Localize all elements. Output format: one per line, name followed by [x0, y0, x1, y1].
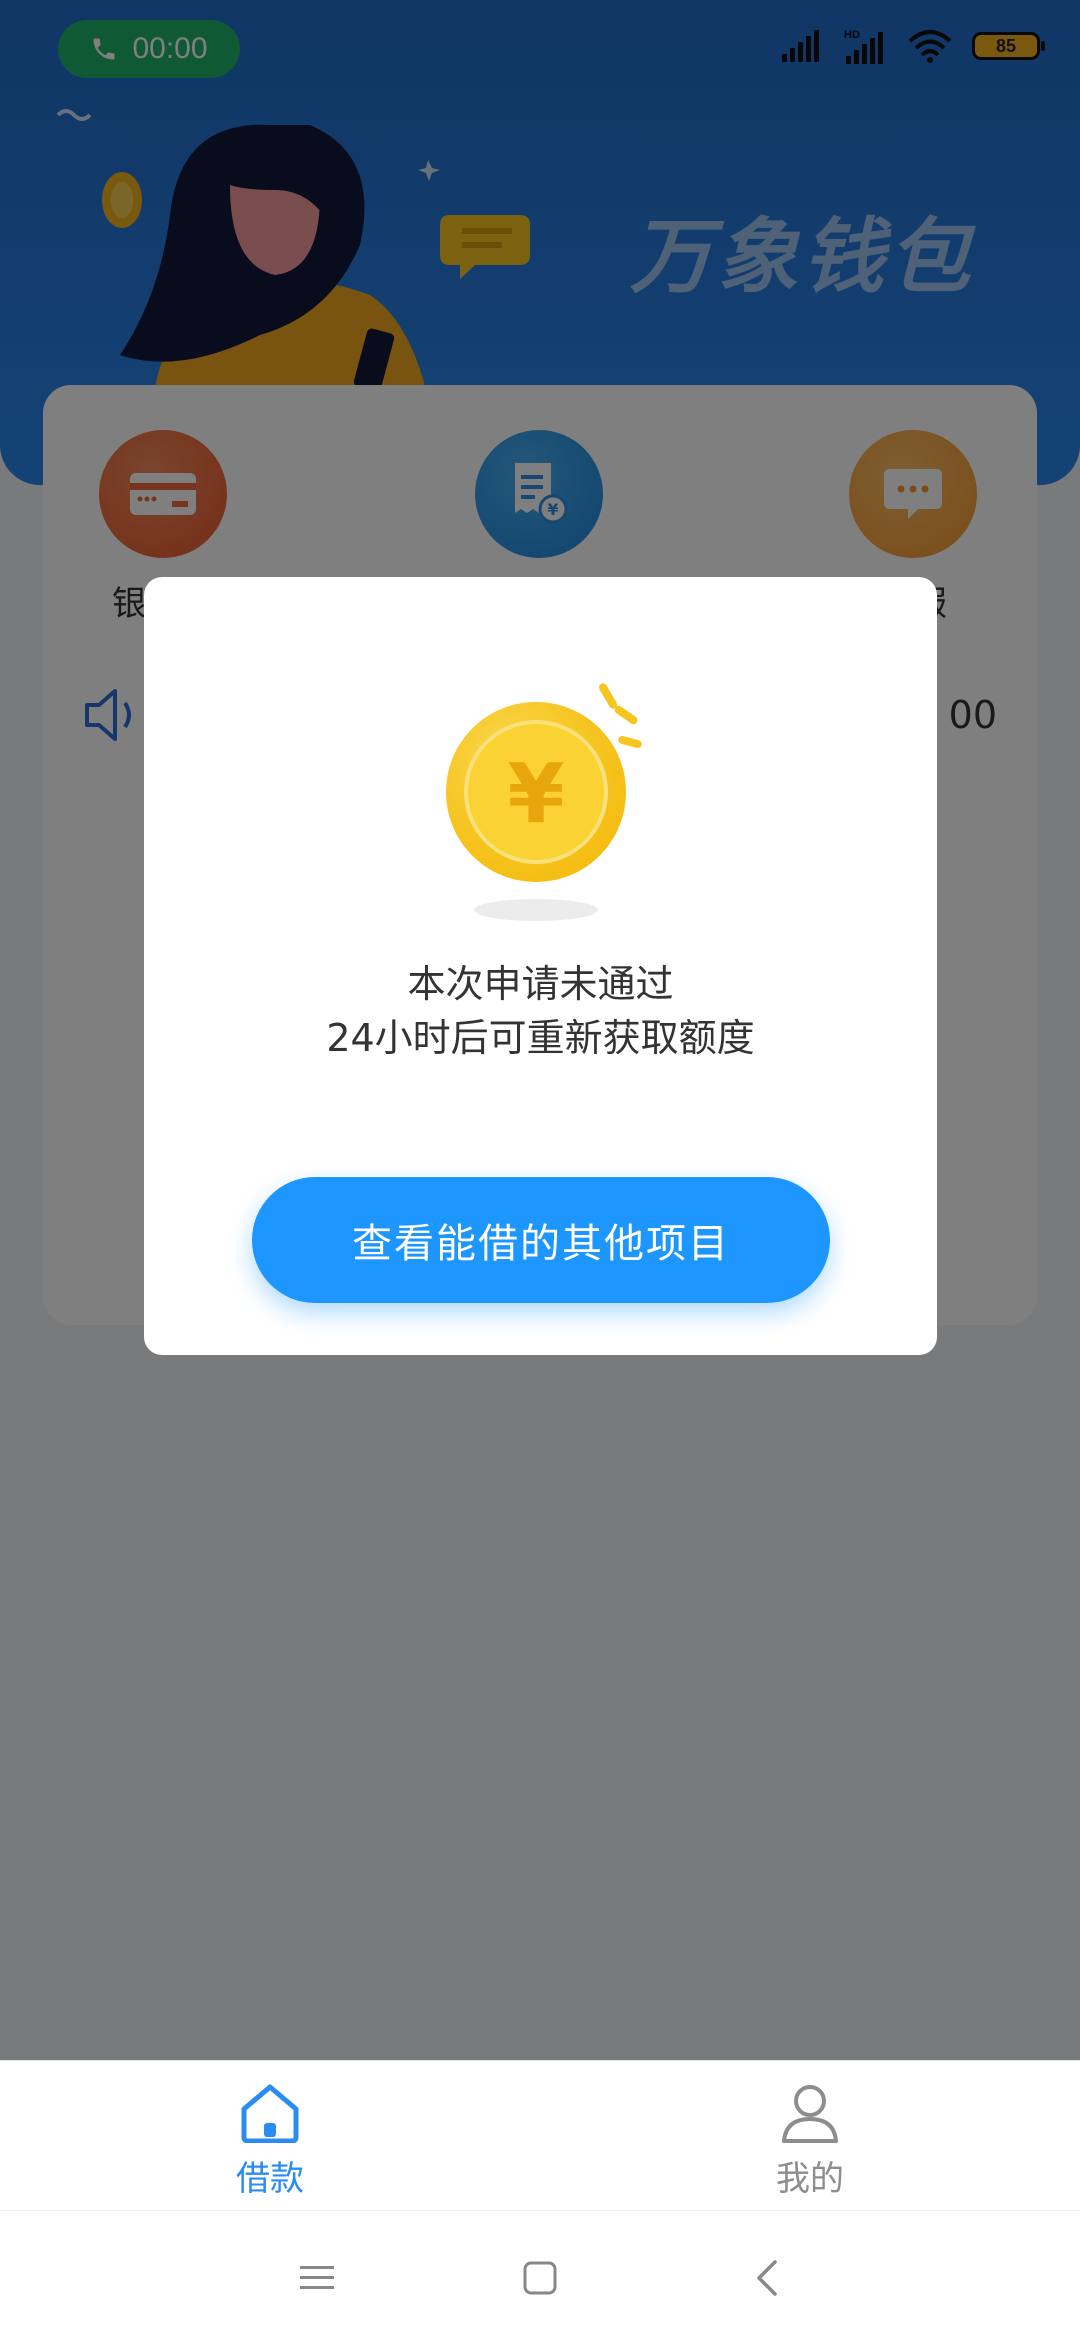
tab-label: 借款 — [236, 2159, 304, 2199]
svg-text:¥: ¥ — [507, 747, 564, 842]
home-icon — [241, 2084, 299, 2144]
yuan-coin-icon: ¥ — [446, 683, 642, 921]
square-icon — [523, 2261, 557, 2295]
system-navigation-bar — [0, 2210, 1080, 2340]
tab-label: 我的 — [776, 2159, 844, 2199]
dialog-message-line1: 本次申请未通过 — [407, 962, 674, 1006]
view-other-loans-button[interactable]: 查看能借的其他项目 — [252, 1177, 830, 1303]
rejection-dialog: ¥ 本次申请未通过 24小时后可重新获取额度 查看能借的其他项目 — [144, 577, 937, 1355]
tab-loan[interactable]: 借款 — [170, 2083, 370, 2200]
back-chevron-icon — [757, 2260, 777, 2296]
menu-icon — [300, 2266, 334, 2289]
tab-mine[interactable]: 我的 — [710, 2083, 910, 2200]
dialog-message-line2: 24小时后可重新获取额度 — [326, 1016, 755, 1060]
bottom-tab-bar: 借款 我的 — [0, 2060, 1080, 2210]
home-button[interactable] — [515, 2253, 565, 2303]
back-button[interactable] — [742, 2253, 792, 2303]
menu-button[interactable] — [292, 2253, 342, 2303]
dialog-message: 本次申请未通过 24小时后可重新获取额度 — [144, 957, 937, 1065]
user-icon — [782, 2085, 838, 2143]
